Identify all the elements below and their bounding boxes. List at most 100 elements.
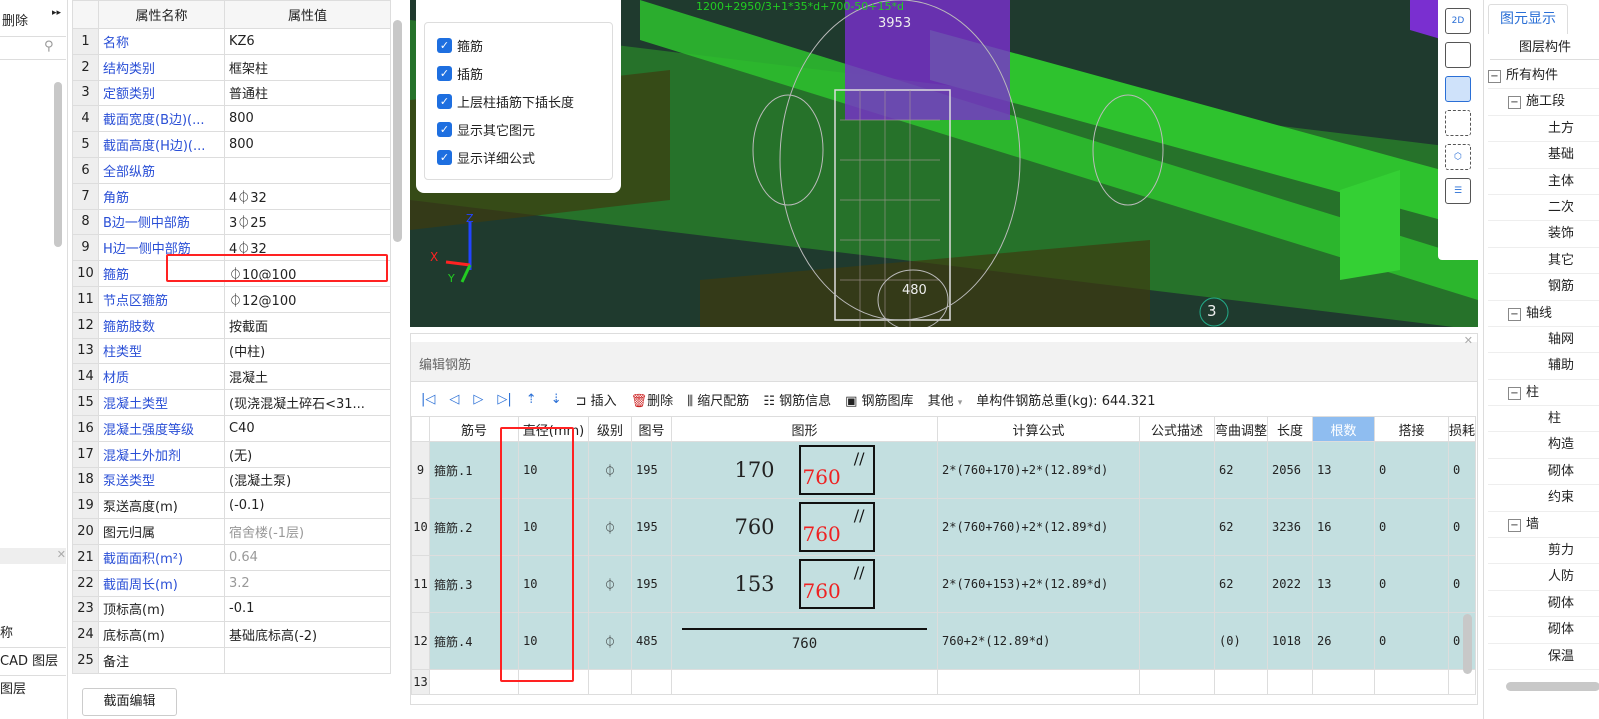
lap[interactable]: 0 — [1374, 555, 1450, 613]
loss[interactable]: 0 — [1448, 441, 1477, 499]
property-value[interactable]: 混凝土 — [224, 363, 391, 391]
move-down-icon[interactable]: ⇣ — [551, 392, 562, 407]
column-header[interactable]: 搭接 — [1374, 416, 1450, 442]
property-row[interactable]: 19 泵送高度(m) (-0.1) — [72, 492, 391, 520]
tree-item[interactable]: 约束 — [1488, 485, 1599, 512]
horizontal-scrollbar[interactable] — [1506, 682, 1599, 691]
count[interactable]: 13 — [1312, 441, 1376, 499]
tree-item[interactable]: 轴网 — [1488, 327, 1599, 354]
property-row[interactable]: 11 节点区箍筋 ⏀12@100 — [72, 285, 391, 313]
bend-adjust[interactable]: (0) — [1213, 612, 1269, 670]
property-scrollbar[interactable] — [393, 20, 402, 242]
list-item[interactable]: 图层 — [0, 676, 66, 703]
bend-adjust[interactable]: 62 — [1213, 555, 1269, 613]
tree-item[interactable]: 基础 — [1488, 142, 1599, 169]
grade[interactable]: ⏀ — [588, 498, 632, 556]
formula[interactable]: 2*(760+170)+2*(12.89*d) — [937, 441, 1140, 499]
property-row[interactable]: 6 全部纵筋 — [72, 156, 391, 184]
property-row[interactable]: 20 图元归属 宿舍楼(-1层) — [72, 518, 391, 545]
property-row[interactable]: 5 截面高度(H边)(... 800 — [72, 131, 391, 158]
move-up-icon[interactable]: ⇡ — [526, 392, 537, 407]
other-dropdown[interactable]: 其他 ▾ — [928, 390, 963, 409]
scale-rebar-button[interactable]: ⫼ 缩尺配筋 — [687, 390, 749, 409]
formula[interactable]: 2*(760+760)+2*(12.89*d) — [937, 498, 1140, 556]
tree-item[interactable]: 二次 — [1488, 195, 1599, 222]
property-value[interactable]: 800 — [224, 105, 391, 133]
property-row[interactable]: 21 截面面积(m²) 0.64 — [72, 543, 391, 571]
property-value[interactable]: 宿舍楼(-1层) — [224, 518, 391, 545]
checkbox-checked-icon[interactable]: ✓ — [437, 149, 452, 165]
property-row[interactable]: 14 材质 混凝土 — [72, 363, 391, 391]
checkbox-option[interactable]: ✓ 上层柱插筋下插长度 — [437, 87, 600, 115]
property-row[interactable]: 18 泵送类型 (混凝土泵) — [72, 466, 391, 494]
prev-icon[interactable]: ◁ — [449, 392, 459, 407]
checkbox-option[interactable]: ✓ 显示详细公式 — [437, 143, 600, 171]
column-header[interactable]: 损耗 — [1448, 416, 1477, 442]
tree-item[interactable]: − 墙 — [1488, 512, 1599, 539]
property-value[interactable]: (-0.1) — [224, 492, 391, 520]
column-header[interactable]: 计算公式 — [937, 416, 1140, 442]
loss[interactable]: 0 — [1448, 498, 1477, 556]
shape-cell[interactable]: 760 — [671, 612, 938, 670]
layer-eye-icon[interactable]: ☰ — [1445, 178, 1471, 204]
property-value[interactable]: ⏀12@100 — [224, 285, 391, 313]
property-row[interactable]: 17 混凝土外加剂 (无) — [72, 440, 391, 468]
next-icon[interactable]: ▷ — [473, 392, 483, 407]
count[interactable]: 16 — [1312, 498, 1376, 556]
tab-element-display[interactable]: 图元显示 — [1488, 4, 1568, 34]
property-value[interactable]: (中柱) — [224, 337, 391, 365]
rebar-library-button[interactable]: ▣ 钢筋图库 — [845, 390, 913, 409]
formula[interactable]: 760+2*(12.89*d) — [937, 612, 1140, 670]
checkbox-checked-icon[interactable]: ✓ — [437, 37, 452, 53]
property-row[interactable]: 4 截面宽度(B边)(... 800 — [72, 105, 391, 133]
property-value[interactable]: KZ6 — [224, 28, 391, 55]
property-value[interactable]: -0.1 — [224, 595, 391, 623]
grade[interactable]: ⏀ — [588, 555, 632, 613]
tree-item[interactable]: 人防 — [1488, 564, 1599, 591]
checkbox-option[interactable]: ✓ 插筋 — [437, 59, 600, 87]
collapse-icon[interactable]: − — [1488, 70, 1501, 83]
tree-item[interactable]: 砌体 — [1488, 617, 1599, 644]
cube-solid-icon[interactable] — [1445, 76, 1471, 102]
property-row[interactable]: 12 箍筋肢数 按截面 — [72, 311, 391, 339]
formula[interactable]: 2*(760+153)+2*(12.89*d) — [937, 555, 1140, 613]
last-icon[interactable]: ▷| — [497, 392, 511, 407]
shape-cell[interactable]: 170 760// — [671, 441, 938, 499]
tree-item[interactable]: 土方 — [1488, 116, 1599, 143]
property-row[interactable]: 1 名称 KZ6 — [72, 28, 391, 55]
figure-no[interactable]: 195 — [631, 498, 672, 556]
property-value[interactable]: 3⏀25 — [224, 208, 391, 236]
list-item[interactable]: CAD 图层 — [0, 648, 66, 676]
property-row[interactable]: 23 顶标高(m) -0.1 — [72, 595, 391, 623]
lap[interactable]: 0 — [1374, 498, 1450, 556]
insert-button[interactable]: ⊐ 插入 — [576, 390, 617, 409]
property-value[interactable]: (混凝土泵) — [224, 466, 391, 494]
2d-view-button[interactable]: 2D — [1445, 8, 1471, 34]
checkbox-checked-icon[interactable]: ✓ — [437, 93, 452, 109]
tree-item[interactable]: − 所有构件 — [1488, 63, 1599, 90]
bend-adjust[interactable]: 62 — [1213, 441, 1269, 499]
property-row[interactable]: 13 柱类型 (中柱) — [72, 337, 391, 365]
property-value[interactable]: 800 — [224, 131, 391, 158]
expand-icon[interactable]: ▸▸ — [52, 8, 61, 18]
bend-adjust[interactable]: 62 — [1213, 498, 1269, 556]
property-row[interactable]: 24 底标高(m) 基础底标高(-2) — [72, 621, 391, 649]
column-header[interactable]: 级别 — [588, 416, 632, 442]
tree-item[interactable]: 砌体 — [1488, 459, 1599, 486]
checkbox-option[interactable]: ✓ 箍筋 — [437, 31, 600, 59]
count[interactable]: 13 — [1312, 555, 1376, 613]
property-value[interactable]: 4⏀32 — [224, 182, 391, 210]
delete-button[interactable]: 🗑删除 — [631, 390, 674, 409]
property-value[interactable]: 按截面 — [224, 311, 391, 339]
property-value[interactable]: 框架柱 — [224, 53, 391, 81]
shape-cell[interactable]: 153 760// — [671, 555, 938, 613]
count[interactable]: 26 — [1312, 612, 1376, 670]
formula-desc[interactable] — [1139, 441, 1215, 499]
figure-no[interactable]: 485 — [631, 612, 672, 670]
tree-item[interactable]: 剪力 — [1488, 538, 1599, 565]
close-icon[interactable]: ✕ — [57, 548, 66, 561]
tree-item[interactable]: − 施工段 — [1488, 89, 1599, 116]
select-3d-icon[interactable]: ⬡ — [1445, 144, 1471, 170]
search-icon[interactable]: ⚲ — [44, 39, 54, 54]
property-row[interactable]: 7 角筋 4⏀32 — [72, 182, 391, 210]
